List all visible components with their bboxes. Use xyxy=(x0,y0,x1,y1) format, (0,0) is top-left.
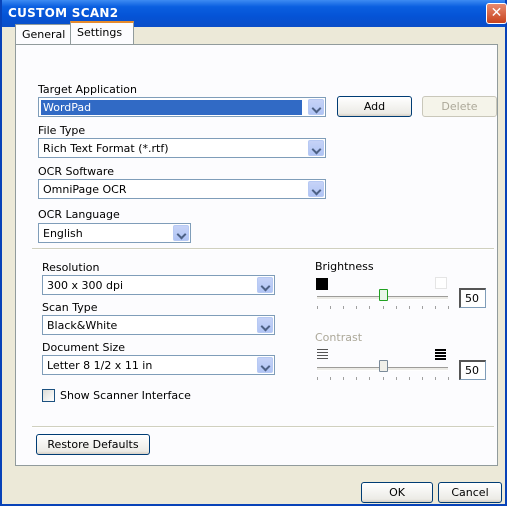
slider-tick xyxy=(448,306,449,309)
resolution-label: Resolution xyxy=(42,261,100,274)
slider-tick xyxy=(396,377,397,380)
settings-panel: Target Application WordPad Add Delete Fi… xyxy=(15,44,498,466)
chevron-down-icon[interactable] xyxy=(257,357,273,373)
scan-type-value: Black&White xyxy=(47,319,118,332)
slider-tick xyxy=(317,377,318,380)
dark-square-icon xyxy=(316,278,328,290)
slider-tick xyxy=(330,377,331,380)
ok-button[interactable]: OK xyxy=(361,482,433,503)
slider-tick xyxy=(330,306,331,309)
ocr-software-value: OmniPage OCR xyxy=(43,183,127,196)
scan-type-select[interactable]: Black&White xyxy=(42,315,275,335)
contrast-label: Contrast xyxy=(315,331,363,344)
cancel-button[interactable]: Cancel xyxy=(438,482,502,503)
chevron-down-icon[interactable] xyxy=(308,140,324,156)
slider-tick xyxy=(369,306,370,309)
chevron-down-icon[interactable] xyxy=(257,317,273,333)
contrast-value: 50 xyxy=(465,364,479,377)
brightness-slider-thumb[interactable] xyxy=(378,289,388,306)
target-application-value: WordPad xyxy=(41,100,302,115)
high-contrast-icon xyxy=(435,349,446,360)
slider-tick xyxy=(356,306,357,309)
slider-tick xyxy=(317,306,318,309)
dialog-title: CUSTOM SCAN2 xyxy=(8,6,119,20)
add-button[interactable]: Add xyxy=(337,96,412,117)
contrast-ticks xyxy=(317,377,449,381)
slider-tick xyxy=(369,377,370,380)
ocr-language-value: English xyxy=(43,227,83,240)
chevron-down-icon[interactable] xyxy=(308,181,324,197)
separator xyxy=(32,426,494,428)
close-icon[interactable]: ✕ xyxy=(486,3,507,24)
slider-tick xyxy=(435,306,436,309)
restore-defaults-button[interactable]: Restore Defaults xyxy=(36,434,150,455)
file-type-select[interactable]: Rich Text Format (*.rtf) xyxy=(38,138,326,158)
document-size-value: Letter 8 1/2 x 11 in xyxy=(47,359,153,372)
slider-thumb-shape xyxy=(378,360,388,372)
chevron-down-icon[interactable] xyxy=(173,225,189,241)
file-type-value: Rich Text Format (*.rtf) xyxy=(43,142,169,155)
brightness-ticks xyxy=(317,306,449,310)
contrast-slider-thumb[interactable] xyxy=(378,360,388,377)
ocr-language-label: OCR Language xyxy=(38,208,120,221)
delete-button[interactable]: Delete xyxy=(422,96,497,117)
tab-general[interactable]: General xyxy=(15,24,71,44)
file-type-label: File Type xyxy=(38,124,86,137)
contrast-value-box[interactable]: 50 xyxy=(459,360,486,380)
ocr-language-select[interactable]: English xyxy=(38,223,191,243)
ocr-software-select[interactable]: OmniPage OCR xyxy=(38,179,326,199)
slider-tick xyxy=(383,306,384,309)
separator xyxy=(32,248,494,250)
chevron-down-icon[interactable] xyxy=(257,277,273,293)
brightness-value-box[interactable]: 50 xyxy=(459,288,486,308)
slider-thumb-shape xyxy=(378,289,388,301)
light-square-icon xyxy=(435,277,447,289)
show-scanner-interface-checkbox[interactable] xyxy=(42,389,55,402)
slider-tick xyxy=(356,377,357,380)
ocr-software-label: OCR Software xyxy=(38,165,114,178)
tab-settings-label: Settings xyxy=(77,26,123,39)
resolution-select[interactable]: 300 x 300 dpi xyxy=(42,275,275,295)
slider-tick xyxy=(396,306,397,309)
target-application-select[interactable]: WordPad xyxy=(38,97,326,117)
document-size-select[interactable]: Letter 8 1/2 x 11 in xyxy=(42,355,275,375)
brightness-label: Brightness xyxy=(315,260,374,273)
slider-tick xyxy=(422,377,423,380)
document-size-label: Document Size xyxy=(42,341,126,354)
slider-tick xyxy=(409,306,410,309)
show-scanner-interface-label: Show Scanner Interface xyxy=(60,389,191,402)
slider-tick xyxy=(343,306,344,309)
tab-settings[interactable]: Settings xyxy=(70,21,134,44)
slider-tick xyxy=(343,377,344,380)
slider-tick xyxy=(448,377,449,380)
low-contrast-icon xyxy=(317,349,328,360)
chevron-down-icon[interactable] xyxy=(308,99,324,115)
target-application-label: Target Application xyxy=(38,83,137,96)
slider-tick xyxy=(409,377,410,380)
slider-tick xyxy=(435,377,436,380)
slider-tick xyxy=(383,377,384,380)
custom-scan-dialog: CUSTOM SCAN2 ✕ General Settings Target A… xyxy=(0,0,507,506)
slider-tick xyxy=(422,306,423,309)
resolution-value: 300 x 300 dpi xyxy=(47,279,124,292)
brightness-value: 50 xyxy=(465,292,479,305)
scan-type-label: Scan Type xyxy=(42,301,98,314)
tab-general-label: General xyxy=(22,28,66,41)
